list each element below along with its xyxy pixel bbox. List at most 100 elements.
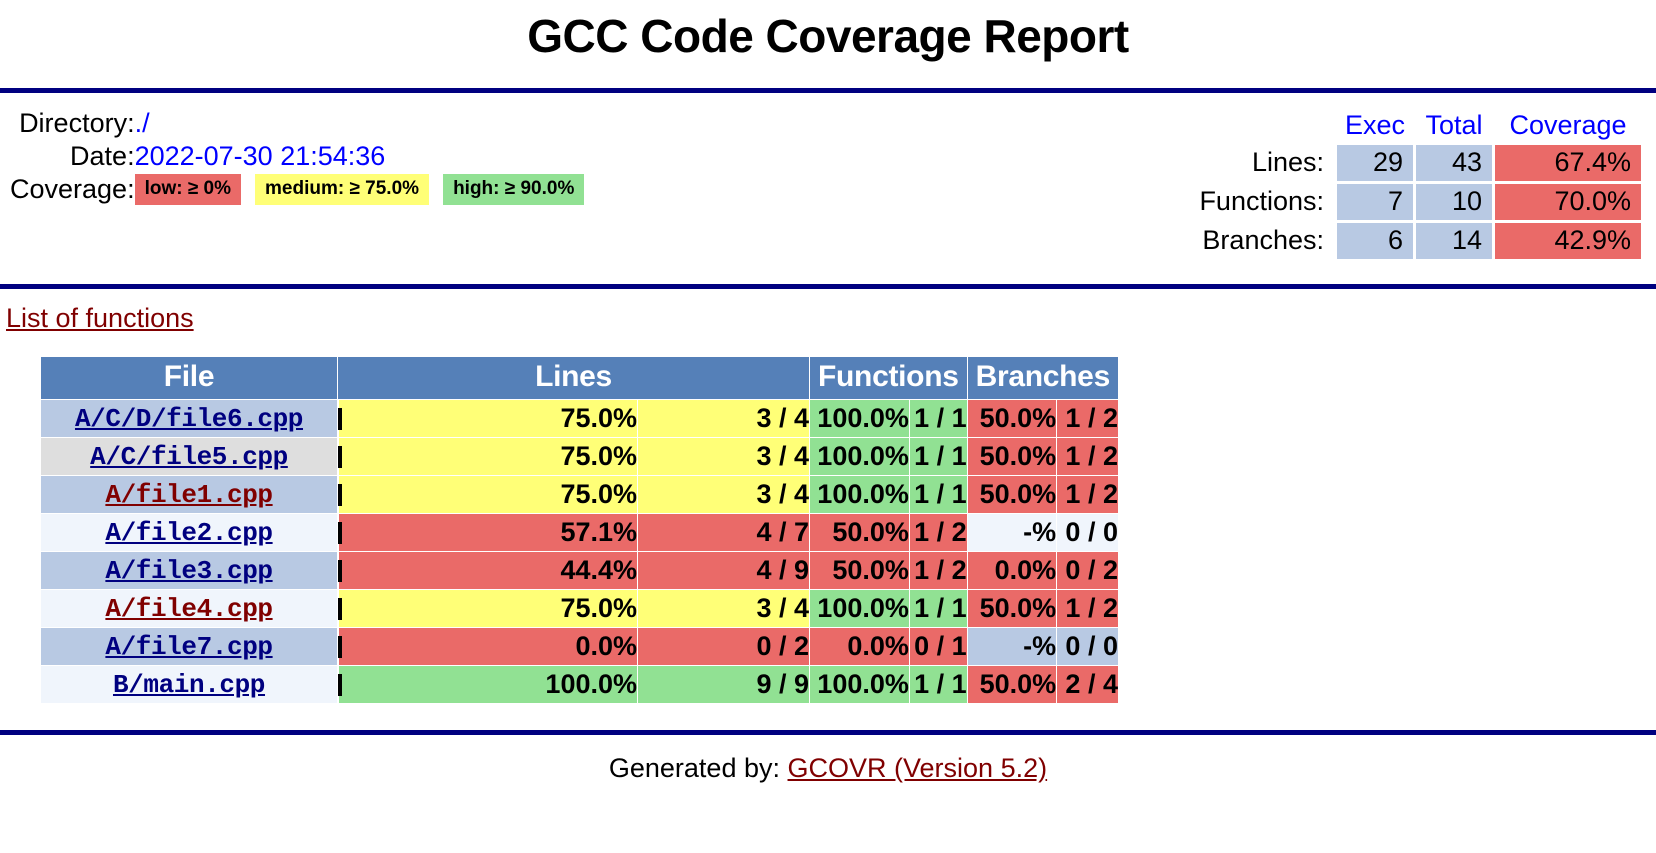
functions-percent-cell: 50.0% [810,552,909,590]
directory-label: Directory: [19,108,135,139]
coverage-table-wrap: File Lines Functions Branches A/C/D/file… [0,334,1656,705]
directory-value: ./ [134,108,150,139]
file-link[interactable]: A/file7.cpp [105,632,273,662]
file-cell: A/C/file5.cpp [41,438,337,476]
table-row: A/file3.cpp 44.4% 4 / 9 50.0% 1 / 2 0.0% 0 / 2 [41,552,1118,590]
lines-count-cell: 4 / 9 [638,552,809,590]
branches-percent-cell: -% [967,628,1057,666]
page-title: GCC Code Coverage Report [527,10,1129,62]
high-legend-chip: high: ≥ 90.0% [443,174,585,206]
summary-section: Directory: ./ Date: 2022-07-30 21:54:36 … [0,93,1656,262]
stats-coverage-value: 67.4% [1495,145,1641,182]
progress-bar-fill [338,407,342,430]
stats-total-value: 14 [1416,223,1492,260]
functions-count-cell: 1 / 2 [909,514,967,552]
stats-header-exec: Exec [1344,110,1406,141]
functions-count-cell: 1 / 1 [909,590,967,628]
branches-percent-cell: 50.0% [967,400,1057,438]
lines-count-cell: 4 / 7 [638,514,809,552]
file-link[interactable]: B/main.cpp [113,670,265,700]
table-row: B/main.cpp 100.0% 9 / 9 100.0% 1 / 1 50.0% 2 /… [41,666,1118,704]
branches-percent-cell: 50.0% [967,590,1057,628]
file-link[interactable]: A/file2.cpp [105,518,273,548]
file-cell: A/file4.cpp [41,590,337,628]
file-link[interactable]: A/C/D/file6.cpp [75,404,303,434]
stats-exec-value: 6 [1337,223,1413,260]
stats-exec-value: 29 [1337,145,1413,182]
table-row: A/C/file5.cpp 75.0% 3 / 4 100.0% 1 / 1 50.0% 1… [41,438,1118,476]
lines-count-cell: 3 / 4 [638,590,809,628]
lines-percent-cell: 75.0% [339,438,637,476]
file-link[interactable]: A/file1.cpp [105,480,273,510]
stats-coverage-value: 70.0% [1495,184,1641,221]
directory-row: Directory: ./ [10,107,584,140]
date-label: Date: [70,141,135,172]
branches-count-cell: 0 / 0 [1057,628,1118,666]
stats-row: Functions: 7 10 70.0% [1189,184,1641,221]
branches-percent-cell: -% [967,514,1057,552]
progress-bar-fill [338,521,342,544]
file-cell: A/file7.cpp [41,628,337,666]
lines-percent-cell: 0.0% [339,628,637,666]
stats-total-value: 43 [1416,145,1492,182]
list-of-functions-link[interactable]: List of functions [6,303,194,333]
file-link[interactable]: A/file3.cpp [105,556,273,586]
functions-count-cell: 1 / 1 [909,666,967,704]
file-link[interactable]: A/file4.cpp [105,594,273,624]
lines-percent-cell: 75.0% [339,400,637,438]
header-functions: Functions [810,357,967,400]
stats-coverage-value: 42.9% [1495,223,1641,260]
stats-row-label: Branches: [1202,225,1324,256]
table-row: A/C/D/file6.cpp 75.0% 3 / 4 100.0% 1 / 1 50.0… [41,400,1118,438]
lines-count-cell: 9 / 9 [638,666,809,704]
functions-percent-cell: 100.0% [810,666,909,704]
functions-count-cell: 1 / 2 [909,552,967,590]
progress-bar-fill [338,559,342,582]
branches-count-cell: 1 / 2 [1057,438,1118,476]
gcovr-link[interactable]: GCOVR (Version 5.2) [788,753,1048,783]
date-row: Date: 2022-07-30 21:54:36 [10,140,584,173]
lines-count-cell: 3 / 4 [638,476,809,514]
coverage-legend-row: Coverage: low: ≥ 0% medium: ≥ 75.0% high: … [10,173,585,206]
table-row: A/file1.cpp 75.0% 3 / 4 100.0% 1 / 1 50.0% 1 /… [41,476,1118,514]
branches-count-cell: 2 / 4 [1057,666,1118,704]
page-root: GCC Code Coverage Report Directory: ./ D… [0,9,1656,784]
branches-count-cell: 0 / 0 [1057,514,1118,552]
stats-total-value: 10 [1416,184,1492,221]
progress-bar-fill [338,673,342,696]
coverage-legend-chips: low: ≥ 0% medium: ≥ 75.0% high: ≥ 90.0% [134,174,585,206]
branches-count-cell: 0 / 2 [1057,552,1118,590]
functions-count-cell: 1 / 1 [909,476,967,514]
footer: Generated by: GCOVR (Version 5.2) [0,735,1656,784]
stats-row: Lines: 29 43 67.4% [1189,145,1641,182]
stats-header-row: Exec Total Coverage [1189,110,1641,142]
file-cell: B/main.cpp [41,666,337,704]
branches-percent-cell: 50.0% [967,476,1057,514]
stats-body: Lines: 29 43 67.4% Functions: 7 10 70.0% Branche… [1189,145,1641,260]
lines-percent-cell: 44.4% [339,552,637,590]
branches-count-cell: 1 / 2 [1057,400,1118,438]
lines-count-cell: 0 / 2 [638,628,809,666]
file-link[interactable]: A/C/file5.cpp [90,442,288,472]
functions-percent-cell: 100.0% [810,400,909,438]
lines-percent-cell: 100.0% [339,666,637,704]
low-legend-chip: low: ≥ 0% [134,174,242,206]
branches-count-cell: 1 / 2 [1057,476,1118,514]
coverage-stats-table: Exec Total Coverage Lines: 29 43 67.4% Funct… [1186,107,1644,262]
lines-percent-cell: 75.0% [339,590,637,628]
coverage-header-row: File Lines Functions Branches [41,357,1118,400]
lines-count-cell: 3 / 4 [638,400,809,438]
stats-row-label: Lines: [1251,147,1324,178]
medium-legend-chip: medium: ≥ 75.0% [255,174,430,206]
header-lines: Lines [338,357,809,400]
lines-count-cell: 3 / 4 [638,438,809,476]
branches-percent-cell: 0.0% [967,552,1057,590]
generated-by-label: Generated by: [608,753,780,784]
coverage-legend-label: Coverage: [10,174,135,205]
functions-percent-cell: 100.0% [810,476,909,514]
progress-bar-fill [338,445,342,468]
functions-count-cell: 1 / 1 [909,438,967,476]
stats-header-blank [1189,110,1334,142]
table-row: A/file2.cpp 57.1% 4 / 7 50.0% 1 / 2 -% 0 / 0 [41,514,1118,552]
functions-percent-cell: 50.0% [810,514,909,552]
